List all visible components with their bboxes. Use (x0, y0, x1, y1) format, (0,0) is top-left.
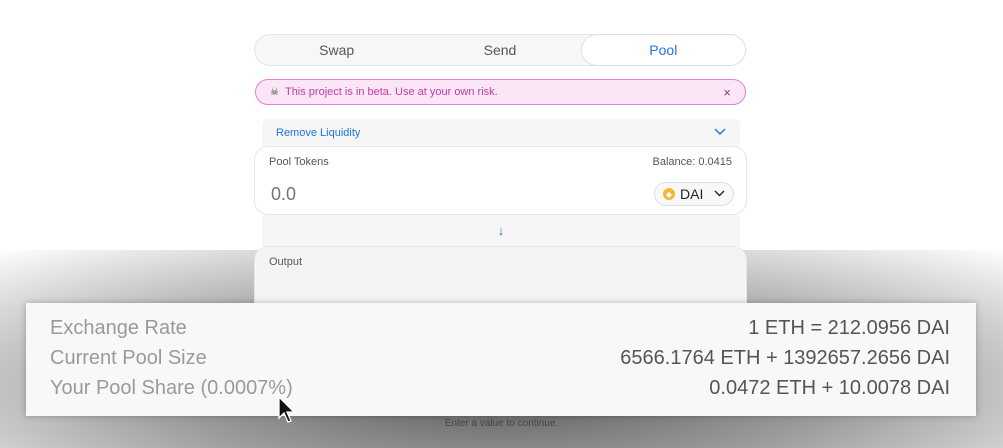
token-symbol: DAI (680, 186, 704, 202)
dai-token-icon: ◆ (663, 188, 675, 200)
tab-swap[interactable]: Swap (255, 35, 418, 65)
chevron-down-icon (714, 127, 726, 139)
detail-label: Your Pool Share (0.0007%) (50, 376, 293, 399)
mode-tabs: Swap Send Pool (254, 34, 746, 66)
tab-pool[interactable]: Pool (580, 34, 746, 66)
beta-warning-text: This project is in beta. Use at your own… (284, 86, 498, 98)
chevron-down-icon (714, 188, 725, 200)
skull-icon: ☠ (270, 86, 279, 98)
liquidity-mode-label: Remove Liquidity (276, 126, 361, 139)
pool-details-zoom: Exchange Rate 1 ETH = 212.0956 DAI Curre… (26, 303, 976, 416)
tab-send[interactable]: Send (418, 35, 581, 65)
pool-tokens-input[interactable] (269, 183, 473, 206)
pool-tokens-panel: Pool Tokens Balance: 0.0415 ◆ DAI (254, 146, 747, 215)
detail-label: Exchange Rate (50, 316, 187, 339)
detail-value: 1 ETH = 212.0956 DAI (748, 316, 950, 339)
balance-text: Balance: 0.0415 (652, 156, 732, 168)
arrow-down-icon: ↓ (497, 223, 505, 238)
pool-share-row: Your Pool Share (0.0007%) 0.0472 ETH + 1… (50, 373, 950, 403)
liquidity-mode-dropdown[interactable]: Remove Liquidity (262, 119, 740, 146)
detail-value: 0.0472 ETH + 10.0078 DAI (709, 376, 950, 399)
pool-tokens-label: Pool Tokens (269, 156, 329, 168)
mouse-cursor-icon (278, 395, 296, 429)
exchange-rate-row: Exchange Rate 1 ETH = 212.0956 DAI (50, 313, 950, 343)
close-icon[interactable]: × (723, 85, 731, 100)
output-label: Output (269, 256, 303, 268)
direction-arrow-row: ↓ (262, 215, 740, 246)
pool-size-row: Current Pool Size 6566.1764 ETH + 139265… (50, 343, 950, 373)
detail-value: 6566.1764 ETH + 1392657.2656 DAI (620, 346, 950, 369)
detail-label: Current Pool Size (50, 346, 207, 369)
token-select-button[interactable]: ◆ DAI (654, 182, 734, 206)
status-message: Enter a value to continue. (444, 418, 559, 429)
beta-warning-banner: ☠ This project is in beta. Use at your o… (255, 79, 746, 105)
